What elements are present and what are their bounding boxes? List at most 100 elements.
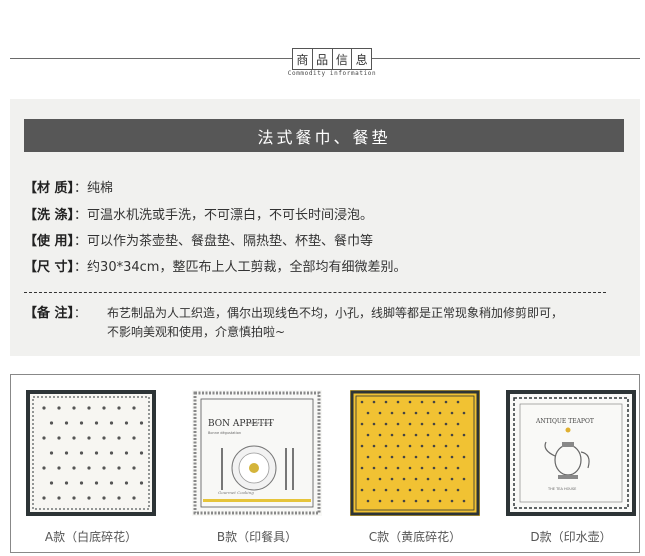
floral-dot [432,422,436,426]
floral-dot [408,466,412,470]
floral-dot [57,406,61,410]
floral-dot [456,422,460,426]
floral-dot [49,481,54,485]
floral-dot [64,451,69,455]
product-image-c[interactable] [350,390,480,516]
floral-dot [432,400,436,404]
floral-dot [414,499,418,503]
product-label-a: A款（白底碎花） [44,530,138,544]
floral-dot [42,496,46,500]
floral-dot [438,477,442,481]
floral-dot [384,466,388,470]
floral-dot [462,411,466,415]
floral-dot [117,466,121,470]
floral-dot [462,455,466,459]
floral-dot [360,488,364,492]
floral-dot [124,421,129,425]
product-image-d[interactable]: ANTIQUE TEAPOT THE TEA HOUSE [506,390,636,516]
info-row-key: 【材 质】 [24,181,75,196]
floral-dot [49,421,54,425]
product-label-c: C款（黄底碎花） [368,530,462,544]
floral-dot [117,406,121,410]
floral-dot [124,451,129,455]
floral-dot [408,488,412,492]
floral-dot [139,421,144,425]
floral-dot [426,477,430,481]
floral-dot [450,411,454,415]
product-image-a[interactable] [26,390,156,516]
floral-dot [462,499,466,503]
product-image-b[interactable]: BON APPETIT Bonne dégustation Gourmet Co… [192,390,322,516]
floral-dot [94,451,99,455]
floral-dot [372,422,376,426]
product-label-b: B款（印餐具） [216,530,298,544]
floral-dot [414,411,418,415]
floral-dot [408,422,412,426]
floral-dot [102,466,106,470]
floral-dot [49,451,54,455]
floral-dot [360,422,364,426]
info-row-value: 纯棉 [87,181,114,196]
floral-dot [87,406,91,410]
floral-dot [366,477,370,481]
floral-dot [420,422,424,426]
floral-dot [456,488,460,492]
floral-dot [57,466,61,470]
floral-dot [57,436,61,440]
floral-dot [402,455,406,459]
floral-dot [109,421,114,425]
floral-dot [94,481,99,485]
floral-dot [420,400,424,404]
floral-dot [366,455,370,459]
floral-dot [420,488,424,492]
napkin-c-graphic [350,390,480,516]
info-row-value: 可温水机洗或手洗，不可漂白，不可长时间浸泡。 [87,208,374,223]
floral-dot [450,477,454,481]
floral-dot [432,488,436,492]
info-row-value: 约30*34cm，整匹布上人工剪裁，全部均有细微差别。 [87,260,407,275]
info-row-key: 【尺 寸】 [24,260,75,275]
floral-dot [87,496,91,500]
floral-dot [450,499,454,503]
print-footer: LA BONNE CUISINE [244,421,273,425]
floral-dot [72,466,76,470]
floral-dot [372,488,376,492]
floral-dot [139,481,144,485]
napkin-d-graphic: ANTIQUE TEAPOT THE TEA HOUSE [506,390,636,516]
floral-dot [378,455,382,459]
header-char: 息 [355,52,368,67]
floral-dot [390,411,394,415]
header-rule-left [10,58,292,59]
floral-dot [444,466,448,470]
floral-dot [366,433,370,437]
floral-dot [79,421,84,425]
floral-dot [378,411,382,415]
floral-dot [426,455,430,459]
floral-dot [444,444,448,448]
header-char: 信 [333,49,353,69]
info-row-note: 【备 注】： 布艺制品为人工织造，偶尔出现线色不均，小孔，线脚等都是正常现象稍加… [24,304,563,339]
floral-dot [444,488,448,492]
floral-dot [378,477,382,481]
product-label-d: D款（印水壶） [530,530,612,544]
info-row-sep: ： [74,306,87,320]
floral-dot [378,433,382,437]
floral-dot [402,477,406,481]
floral-dot [384,422,388,426]
info-row-value: 可以作为茶壶垫、餐盘垫、隔热垫、杯垫、餐巾等 [87,234,374,249]
floral-dot [438,499,442,503]
header-subtitle: Commodity information [287,70,377,77]
floral-dot [72,496,76,500]
dashed-divider [24,292,606,293]
floral-dot [390,477,394,481]
floral-dot [414,477,418,481]
floral-dot [462,433,466,437]
floral-dot [390,455,394,459]
print-script: Gourmet Cooking [218,490,254,495]
floral-dot [372,400,376,404]
floral-dot [42,406,46,410]
info-row-sep: ： [74,181,88,196]
floral-dot [72,436,76,440]
floral-dot [360,466,364,470]
floral-dot [438,433,442,437]
